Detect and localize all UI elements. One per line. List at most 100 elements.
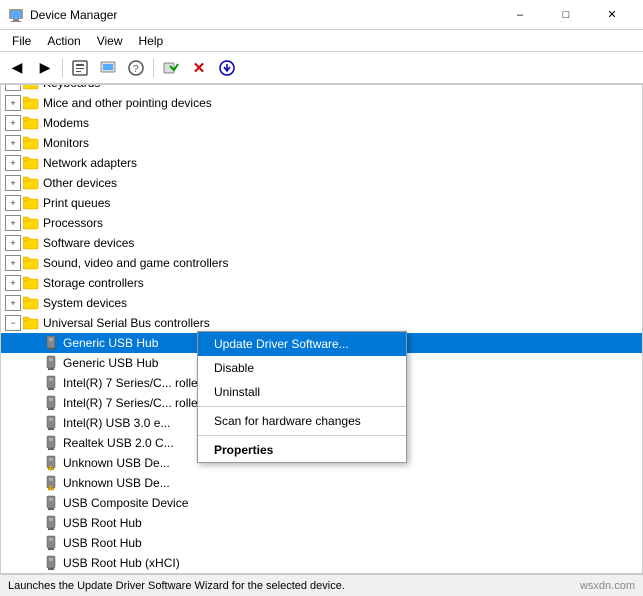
expand-icon-4[interactable]: +	[5, 135, 21, 151]
item-label-2: Mice and other pointing devices	[43, 96, 212, 110]
close-button[interactable]: ✕	[589, 0, 635, 30]
item-label-18: Intel(R) USB 3.0 e...	[63, 416, 170, 430]
update-driver-button[interactable]	[95, 55, 121, 81]
minimize-button[interactable]: –	[497, 0, 543, 30]
tree-item-1[interactable]: + Keyboards	[1, 84, 642, 93]
expand-icon-15	[25, 355, 41, 371]
expand-icon-12[interactable]: +	[5, 295, 21, 311]
expand-icon-18	[25, 415, 41, 431]
item-icon-9	[23, 235, 39, 251]
expand-icon-7[interactable]: +	[5, 195, 21, 211]
item-icon-12	[23, 295, 39, 311]
item-icon-2	[23, 95, 39, 111]
ctx-uninstall[interactable]: Uninstall	[198, 380, 406, 404]
tree-item-10[interactable]: + Sound, video and game controllers	[1, 253, 642, 273]
tree-item-23[interactable]: USB Root Hub	[1, 513, 642, 533]
scan-hardware-button[interactable]	[158, 55, 184, 81]
tree-item-9[interactable]: + Software devices	[1, 233, 642, 253]
expand-icon-20	[25, 455, 41, 471]
item-icon-19	[43, 435, 59, 451]
tree-item-12[interactable]: + System devices	[1, 293, 642, 313]
svg-text:?: ?	[133, 64, 139, 75]
tree-item-5[interactable]: + Network adapters	[1, 153, 642, 173]
install-button[interactable]	[214, 55, 240, 81]
tree-item-3[interactable]: + Modems	[1, 113, 642, 133]
ctx-properties[interactable]: Properties	[198, 438, 406, 462]
ctx-scan-hardware[interactable]: Scan for hardware changes	[198, 409, 406, 433]
properties-button[interactable]	[67, 55, 93, 81]
item-icon-6	[23, 175, 39, 191]
expand-icon-13[interactable]: −	[5, 315, 21, 331]
item-label-11: Storage controllers	[43, 276, 144, 290]
tree-item-4[interactable]: + Monitors	[1, 133, 642, 153]
window-controls: – □ ✕	[497, 0, 635, 30]
item-icon-11	[23, 275, 39, 291]
svg-text:!: !	[51, 466, 52, 471]
item-icon-21: !	[43, 475, 59, 491]
tree-item-25[interactable]: USB Root Hub (xHCI)	[1, 553, 642, 573]
brand-text: wsxdn.com	[580, 580, 635, 592]
help-button[interactable]: ?	[123, 55, 149, 81]
item-icon-18	[43, 415, 59, 431]
toolbar-sep-1	[62, 58, 63, 78]
item-label-7: Print queues	[43, 196, 110, 210]
tree-item-6[interactable]: + Other devices	[1, 173, 642, 193]
item-label-23: USB Root Hub	[63, 516, 142, 530]
expand-icon-3[interactable]: +	[5, 115, 21, 131]
menu-help[interactable]: Help	[131, 32, 172, 50]
menu-file[interactable]: File	[4, 32, 39, 50]
tree-item-11[interactable]: + Storage controllers	[1, 273, 642, 293]
expand-icon-23	[25, 515, 41, 531]
maximize-button[interactable]: □	[543, 0, 589, 30]
item-label-24: USB Root Hub	[63, 536, 142, 550]
menu-action[interactable]: Action	[39, 32, 88, 50]
expand-icon-17	[25, 395, 41, 411]
menu-view[interactable]: View	[89, 32, 131, 50]
tree-item-22[interactable]: USB Composite Device	[1, 493, 642, 513]
tree-item-8[interactable]: + Processors	[1, 213, 642, 233]
ctx-update-driver[interactable]: Update Driver Software...	[198, 332, 406, 356]
back-button[interactable]: ◀	[4, 55, 30, 81]
item-icon-24	[43, 535, 59, 551]
tree-item-2[interactable]: + Mice and other pointing devices	[1, 93, 642, 113]
item-icon-1	[23, 84, 39, 91]
ctx-disable[interactable]: Disable	[198, 356, 406, 380]
ctx-sep-1	[198, 406, 406, 407]
expand-icon-25	[25, 555, 41, 571]
item-icon-23	[43, 515, 59, 531]
expand-icon-6[interactable]: +	[5, 175, 21, 191]
expand-icon-22	[25, 495, 41, 511]
expand-icon-19	[25, 435, 41, 451]
item-icon-3	[23, 115, 39, 131]
item-icon-10	[23, 255, 39, 271]
item-label-19: Realtek USB 2.0 C...	[63, 436, 174, 450]
expand-icon-14	[25, 335, 41, 351]
item-icon-22	[43, 495, 59, 511]
item-icon-16	[43, 375, 59, 391]
status-text: Launches the Update Driver Software Wiza…	[8, 580, 345, 592]
item-icon-20: !	[43, 455, 59, 471]
svg-text:!: !	[51, 486, 52, 491]
item-label-13: Universal Serial Bus controllers	[43, 316, 210, 330]
tree-item-24[interactable]: USB Root Hub	[1, 533, 642, 553]
tree-item-13[interactable]: − Universal Serial Bus controllers	[1, 313, 642, 333]
item-icon-14	[43, 335, 59, 351]
ctx-sep-2	[198, 435, 406, 436]
expand-icon-9[interactable]: +	[5, 235, 21, 251]
item-icon-8	[23, 215, 39, 231]
expand-icon-11[interactable]: +	[5, 275, 21, 291]
item-icon-5	[23, 155, 39, 171]
expand-icon-2[interactable]: +	[5, 95, 21, 111]
expand-icon-8[interactable]: +	[5, 215, 21, 231]
item-icon-4	[23, 135, 39, 151]
expand-icon-5[interactable]: +	[5, 155, 21, 171]
item-label-20: Unknown USB De...	[63, 456, 170, 470]
tree-item-7[interactable]: + Print queues	[1, 193, 642, 213]
item-label-22: USB Composite Device	[63, 496, 188, 510]
forward-button[interactable]: ▶	[32, 55, 58, 81]
expand-icon-10[interactable]: +	[5, 255, 21, 271]
disable-button[interactable]: ✕	[186, 55, 212, 81]
tree-item-21[interactable]: ! Unknown USB De...	[1, 473, 642, 493]
item-icon-25	[43, 555, 59, 571]
expand-icon-1[interactable]: +	[5, 84, 21, 91]
